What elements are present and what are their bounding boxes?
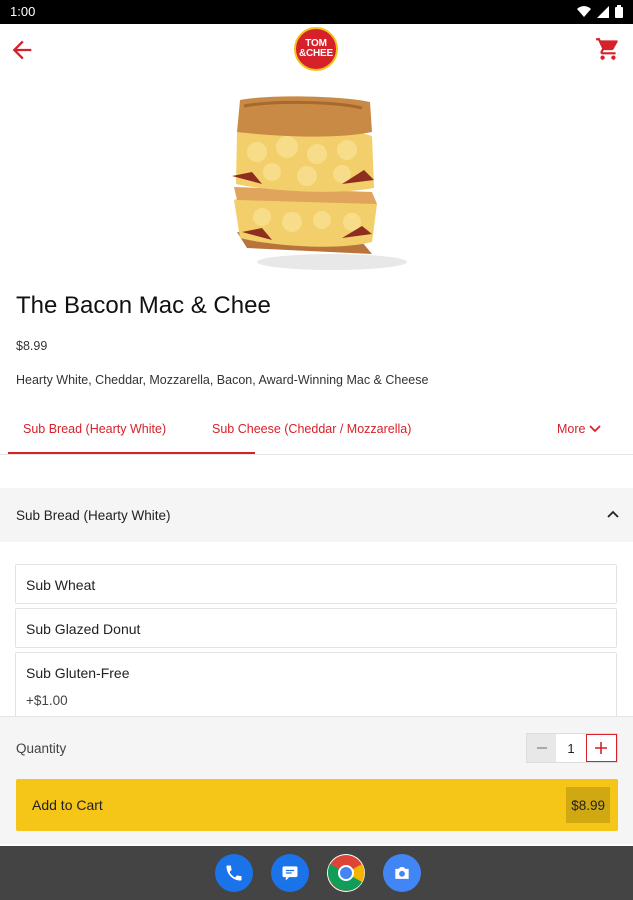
add-to-cart-label: Add to Cart <box>32 797 103 813</box>
phone-icon <box>226 865 242 881</box>
message-icon <box>282 866 298 881</box>
decrement-button[interactable] <box>527 734 557 762</box>
signal-icon <box>597 5 609 18</box>
option-tabs: Sub Bread (Hearty White) Sub Cheese (Che… <box>0 408 633 455</box>
increment-button[interactable] <box>585 734 617 762</box>
status-icons <box>577 5 623 18</box>
section-header[interactable]: Sub Bread (Hearty White) <box>0 488 633 542</box>
tab-more[interactable]: More <box>557 422 602 436</box>
option-sub-gluten-free[interactable]: Sub Gluten-Free +$1.00 <box>15 652 617 724</box>
battery-icon <box>615 5 623 18</box>
option-name: Sub Glazed Donut <box>26 621 141 637</box>
status-bar: 1:00 <box>0 0 633 24</box>
section-title: Sub Bread (Hearty White) <box>16 508 171 523</box>
brand-logo[interactable]: TOM &CHEE <box>294 27 338 71</box>
option-price-extra: +$1.00 <box>26 693 68 708</box>
order-footer: Quantity 1 Add to Cart $8.99 <box>0 716 633 844</box>
product-image <box>232 96 407 270</box>
chrome-app-icon[interactable] <box>327 854 365 892</box>
cart-total: $8.99 <box>566 787 610 823</box>
system-dock <box>0 846 633 900</box>
option-sub-glazed-donut[interactable]: Sub Glazed Donut <box>15 608 617 648</box>
quantity-value: 1 <box>567 740 575 756</box>
back-arrow-icon[interactable] <box>8 36 36 64</box>
option-name: Sub Wheat <box>26 577 96 593</box>
tab-sub-cheese[interactable]: Sub Cheese (Cheddar / Mozzarella) <box>212 422 411 436</box>
product-title: The Bacon Mac & Chee <box>16 292 271 319</box>
cart-icon[interactable] <box>595 36 621 62</box>
phone-app-icon[interactable] <box>215 854 253 892</box>
quantity-label: Quantity <box>16 741 67 756</box>
camera-app-icon[interactable] <box>383 854 421 892</box>
plus-icon <box>595 742 608 754</box>
logo-text-bottom: &CHEE <box>298 48 333 59</box>
quantity-stepper: 1 <box>526 733 618 763</box>
status-time: 1:00 <box>10 4 36 19</box>
add-to-cart-button[interactable]: Add to Cart $8.99 <box>16 779 618 831</box>
wifi-icon <box>577 5 591 17</box>
app-bar: TOM &CHEE <box>0 24 633 76</box>
tab-more-label: More <box>557 422 586 436</box>
chevron-up-icon[interactable] <box>607 509 619 519</box>
chevron-down-icon <box>589 425 602 433</box>
active-tab-indicator <box>8 452 255 454</box>
product-description: Hearty White, Cheddar, Mozzarella, Bacon… <box>16 373 429 387</box>
minus-icon <box>536 747 547 749</box>
messages-app-icon[interactable] <box>271 854 309 892</box>
camera-icon <box>395 867 409 879</box>
tab-sub-bread[interactable]: Sub Bread (Hearty White) <box>23 422 166 436</box>
option-sub-wheat[interactable]: Sub Wheat <box>15 564 617 604</box>
chrome-icon <box>327 855 365 891</box>
option-name: Sub Gluten-Free <box>26 665 130 681</box>
product-price: $8.99 <box>16 339 48 353</box>
